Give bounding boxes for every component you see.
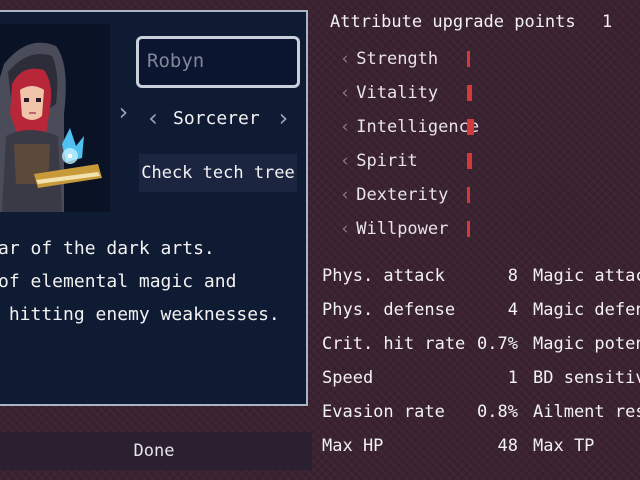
- description-line: ar of the dark arts.: [0, 238, 215, 259]
- attribute-decrease-icon[interactable]: ‹: [340, 151, 350, 171]
- check-tech-tree-button[interactable]: Check tech tree: [139, 154, 297, 192]
- attribute-row-spirit[interactable]: ‹ Spirit: [340, 146, 418, 176]
- stat-label: Evasion rate: [322, 402, 445, 422]
- stat-label: Max HP: [322, 436, 384, 456]
- attribute-decrease-icon[interactable]: ‹: [340, 117, 350, 137]
- attribute-label: Strength: [356, 49, 439, 69]
- attribute-level-bar: [467, 119, 474, 135]
- description-line: of elemental magic and: [0, 271, 237, 292]
- stat-value: 0.8%: [477, 402, 518, 422]
- attribute-level-bar: [467, 51, 470, 67]
- attribute-label: Willpower: [356, 219, 449, 239]
- attribute-row-vitality[interactable]: ‹ Vitality: [340, 78, 438, 108]
- attribute-label: Vitality: [356, 83, 439, 103]
- stat-label: BD sensitivit: [533, 368, 640, 388]
- attribute-decrease-icon[interactable]: ‹: [340, 219, 350, 239]
- attribute-label: Dexterity: [356, 185, 449, 205]
- attribute-level-bar: [467, 221, 470, 237]
- stat-label: Magic poten: [533, 334, 640, 354]
- upgrade-points-value: 1: [602, 12, 613, 32]
- attribute-row-intelligence[interactable]: ‹ Intelligence: [340, 112, 479, 142]
- stat-label: Max TP: [533, 436, 595, 456]
- attribute-row-dexterity[interactable]: ‹ Dexterity: [340, 180, 448, 210]
- stat-label: Crit. hit rate: [322, 334, 466, 354]
- attribute-decrease-icon[interactable]: ‹: [340, 49, 350, 69]
- attribute-decrease-icon[interactable]: ‹: [340, 83, 350, 103]
- stat-value: 4: [507, 300, 518, 320]
- attribute-level-bar: [467, 153, 472, 169]
- stat-label: Magic attac: [533, 266, 640, 286]
- stat-label: Speed: [322, 368, 374, 388]
- stat-value: 48: [497, 436, 518, 456]
- done-button[interactable]: Done: [0, 432, 312, 470]
- upgrade-points-label: Attribute upgrade points: [330, 12, 576, 32]
- class-description: ar of the dark arts. of elemental magic a…: [0, 232, 280, 331]
- class-next-icon[interactable]: ›: [276, 106, 290, 130]
- attribute-row-willpower[interactable]: ‹ Willpower: [340, 214, 448, 244]
- character-panel: › Robyn ‹ Sorcerer › Check tech tree ar …: [0, 10, 308, 406]
- stat-value: 0.7%: [477, 334, 518, 354]
- character-name-field[interactable]: Robyn: [136, 36, 300, 88]
- stat-label: Phys. defense: [322, 300, 456, 320]
- class-name: Sorcerer: [173, 108, 260, 129]
- attribute-label: Spirit: [356, 151, 418, 171]
- stat-value: 1: [507, 368, 518, 388]
- portrait-next-icon[interactable]: ›: [116, 100, 130, 124]
- character-portrait: [0, 24, 110, 212]
- attribute-level-bar: [467, 85, 472, 101]
- stat-label: Ailment res.: [533, 402, 640, 422]
- attribute-decrease-icon[interactable]: ‹: [340, 185, 350, 205]
- stat-value: 8: [507, 266, 518, 286]
- attribute-row-strength[interactable]: ‹ Strength: [340, 44, 438, 74]
- class-prev-icon[interactable]: ‹: [146, 106, 160, 130]
- description-line: hitting enemy weaknesses.: [0, 304, 280, 325]
- attribute-label: Intelligence: [356, 117, 480, 137]
- stat-label: Magic defen: [533, 300, 640, 320]
- attribute-level-bar: [467, 187, 470, 203]
- stat-label: Phys. attack: [322, 266, 445, 286]
